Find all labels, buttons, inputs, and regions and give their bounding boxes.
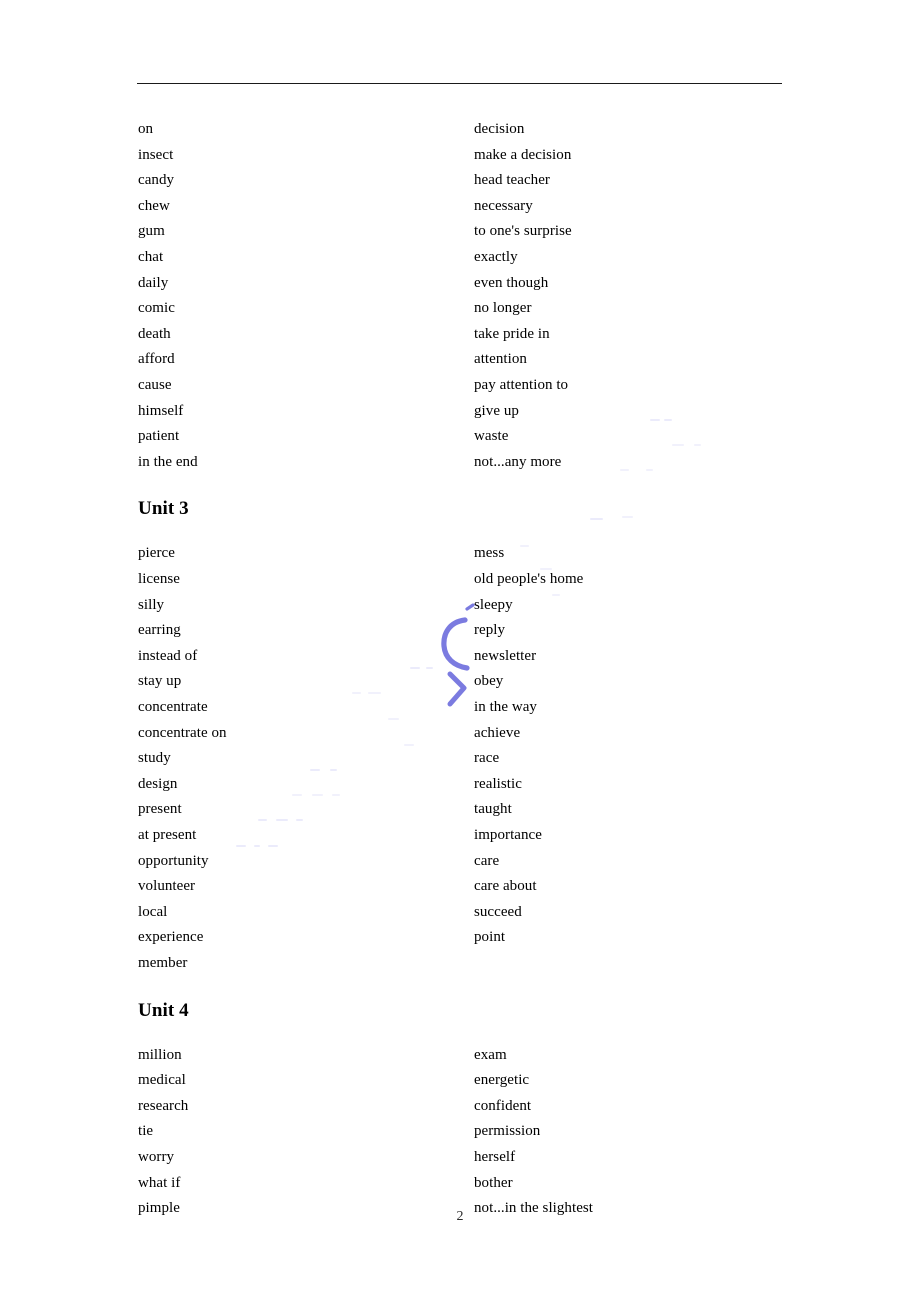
vocabulary-word: succeed [474, 903, 522, 920]
vocabulary-word: make a decision [474, 146, 572, 163]
vocabulary-word: give up [474, 402, 519, 419]
vocabulary-word: what if [138, 1174, 181, 1191]
vocabulary-word: silly [138, 596, 165, 613]
vocabulary-word: not...any more [474, 453, 562, 470]
vocabulary-word: instead of [138, 647, 198, 664]
vocabulary-word: confident [474, 1097, 532, 1114]
vocabulary-word: study [138, 750, 171, 767]
vocabulary-word: candy [138, 172, 175, 189]
vocabulary-word: reply [474, 622, 506, 639]
vocabulary-word: taught [474, 801, 512, 818]
vocabulary-word: care [474, 852, 500, 869]
vocabulary-word: bother [474, 1174, 513, 1191]
vocabulary-word: research [138, 1097, 189, 1114]
vocabulary-word: comic [138, 300, 175, 317]
vocabulary-word: exam [474, 1046, 507, 1063]
vocabulary-word: chat [138, 249, 164, 265]
header-rule [137, 83, 782, 84]
vocabulary-word: exactly [474, 249, 518, 265]
vocabulary-word: old people's home [474, 571, 584, 587]
vocabulary-word: take pride in [474, 325, 550, 342]
vocabulary-word: tie [138, 1123, 154, 1140]
vocabulary-word: mess [474, 545, 505, 562]
vocabulary-word: newsletter [474, 647, 537, 664]
vocabulary-word: concentrate on [138, 724, 227, 741]
vocabulary-word: head teacher [474, 172, 550, 189]
vocabulary-word: sleepy [474, 596, 513, 613]
vocabulary-word: insect [138, 146, 174, 163]
vocabulary-word: necessary [474, 197, 533, 214]
vocabulary-word: point [474, 929, 506, 946]
vocabulary-word: million [138, 1046, 182, 1063]
vocabulary-word: on [138, 121, 154, 137]
vocabulary-word: realistic [474, 775, 522, 792]
vocabulary-word: himself [138, 402, 184, 419]
vocabulary-word: opportunity [138, 852, 209, 869]
document-page: on decision insect make a decision candy head… [0, 0, 920, 1302]
page-number: 2 [456, 1209, 464, 1224]
vocabulary-word: afford [138, 351, 175, 368]
vocabulary-word: pierce [138, 545, 175, 562]
vocabulary-word: in the way [474, 699, 537, 715]
vocabulary-word: no longer [474, 300, 532, 317]
vocabulary-word: gum [138, 223, 165, 240]
vocabulary-word: waste [474, 428, 509, 445]
vocabulary-word: energetic [474, 1072, 530, 1089]
vocabulary-word: herself [474, 1149, 516, 1165]
vocabulary-word: earring [138, 622, 181, 639]
vocabulary-word: design [138, 775, 178, 792]
unit-heading: Unit 3 [138, 498, 189, 520]
vocabulary-word: care about [474, 878, 537, 895]
vocabulary-word: present [138, 801, 182, 818]
vocabulary-word: death [138, 325, 171, 342]
vocabulary-word: at present [138, 827, 197, 843]
vocabulary-word: achieve [474, 724, 521, 741]
vocabulary-word: permission [474, 1123, 541, 1140]
vocabulary-word: cause [138, 377, 172, 393]
vocabulary-word: volunteer [138, 878, 196, 895]
vocabulary-word: chew [138, 197, 170, 214]
vocabulary-word: daily [138, 274, 169, 291]
vocabulary-word: obey [474, 673, 504, 690]
vocabulary-word: to one's surprise [474, 223, 572, 240]
vocabulary-word: race [474, 750, 500, 767]
vocabulary-word: stay up [138, 673, 182, 690]
vocabulary-word: license [138, 571, 180, 587]
vocabulary-word: attention [474, 351, 527, 368]
vocabulary-word: local [138, 903, 168, 920]
vocabulary-word: decision [474, 121, 525, 137]
vocabulary-word: worry [138, 1149, 175, 1165]
unit-heading: Unit 4 [138, 999, 189, 1021]
vocabulary-word: patient [138, 428, 180, 445]
vocabulary-word: concentrate [138, 699, 208, 715]
vocabulary-word: in the end [138, 453, 198, 470]
vocabulary-word: medical [138, 1072, 186, 1089]
vocabulary-word: importance [474, 827, 542, 843]
vocabulary-word: pay attention to [474, 377, 569, 393]
vocabulary-word: even though [474, 274, 549, 291]
vocabulary-word: member [138, 955, 188, 971]
vocabulary-word: experience [138, 929, 204, 946]
